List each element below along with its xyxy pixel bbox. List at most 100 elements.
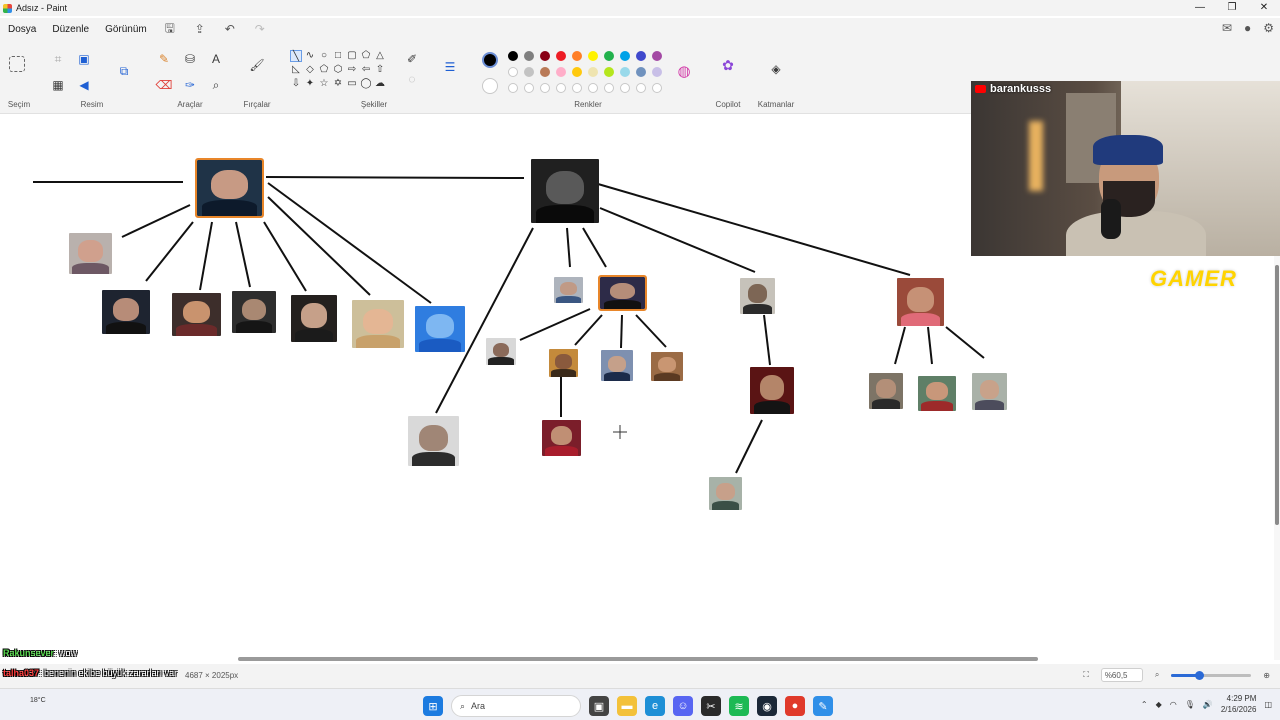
arrow-left-shape-icon[interactable]: ⇦ (360, 64, 372, 76)
maximize-button[interactable]: ❐ (1216, 0, 1248, 16)
secondary-color-swatch[interactable] (482, 78, 498, 94)
pentagon-shape-icon[interactable]: ⬠ (318, 64, 330, 76)
zoom-out-icon[interactable]: ⌕ (1155, 670, 1159, 680)
photo-node[interactable] (651, 352, 683, 381)
notification-icon[interactable]: ◫ (1264, 700, 1272, 709)
fill-style-icon[interactable]: ◌ (402, 70, 422, 88)
photo-node[interactable] (172, 293, 221, 336)
network-icon[interactable]: ◠ (1170, 700, 1177, 709)
arrow-down-shape-icon[interactable]: ⇩ (290, 78, 302, 90)
four-star-shape-icon[interactable]: ✦ (304, 78, 316, 90)
color-swatch[interactable] (620, 67, 630, 77)
color-swatch[interactable] (524, 67, 534, 77)
callout-shape-icon[interactable]: ▭ (346, 78, 358, 90)
photo-node[interactable] (408, 416, 459, 466)
zoom-level-dropdown[interactable]: %60,5 (1100, 668, 1143, 682)
task-view-icon[interactable]: ▣ (589, 696, 609, 716)
copilot-icon[interactable]: ✿ (718, 56, 738, 74)
custom-color-slot[interactable] (652, 83, 662, 93)
polygon-shape-icon[interactable]: ⬠ (360, 50, 372, 62)
magnifier-icon[interactable]: ⌕ (206, 76, 226, 94)
mic-tray-icon[interactable]: 🎙 (1185, 700, 1195, 709)
close-button[interactable]: ✕ (1248, 0, 1280, 16)
color-swatch[interactable] (620, 51, 630, 61)
photo-node[interactable] (750, 367, 794, 414)
photo-node[interactable] (709, 477, 742, 510)
color-picker-icon[interactable]: ✑ (180, 76, 200, 94)
photo-node[interactable] (918, 376, 956, 411)
windows-start-icon[interactable]: ⊞ (423, 696, 443, 716)
color-swatch[interactable] (636, 51, 646, 61)
color-swatch[interactable] (588, 67, 598, 77)
stroke-size-icon[interactable]: ☰ (440, 58, 460, 76)
fill-icon[interactable]: ⛁ (180, 50, 200, 68)
color-swatch[interactable] (604, 67, 614, 77)
rectangle-shape-icon[interactable]: □ (332, 50, 344, 62)
arrow-up-shape-icon[interactable]: ⇧ (374, 64, 386, 76)
share-icon[interactable]: ⇪ (185, 22, 215, 36)
custom-color-slot[interactable] (588, 83, 598, 93)
photo-node[interactable] (601, 350, 633, 381)
custom-color-slot[interactable] (524, 83, 534, 93)
photo-node[interactable] (531, 159, 599, 223)
photo-node[interactable] (195, 158, 264, 218)
line-shape-icon[interactable]: ╲ (290, 50, 302, 62)
cloud-callout-shape-icon[interactable]: ☁ (374, 78, 386, 90)
custom-color-slot[interactable] (620, 83, 630, 93)
image-select-icon[interactable]: ⧉ (114, 62, 134, 80)
six-star-shape-icon[interactable]: ✡ (332, 78, 344, 90)
menu-edit[interactable]: Düzenle (44, 24, 97, 35)
active-color-swatch[interactable] (482, 52, 498, 68)
custom-color-slot[interactable] (508, 83, 518, 93)
photo-node[interactable] (972, 373, 1007, 410)
clock[interactable]: 4:29 PM 2/16/2026 (1221, 693, 1257, 715)
undo-icon[interactable]: ↶ (215, 22, 245, 36)
taskbar-search[interactable]: ⌕ Ara (451, 695, 581, 717)
custom-color-slot[interactable] (556, 83, 566, 93)
color-swatch[interactable] (636, 67, 646, 77)
zoom-slider[interactable] (1171, 670, 1252, 680)
custom-color-slot[interactable] (604, 83, 614, 93)
rounded-rect-shape-icon[interactable]: ▢ (346, 50, 358, 62)
color-swatch[interactable] (556, 51, 566, 61)
text-icon[interactable]: A (206, 50, 226, 68)
tray-app-icon[interactable]: ◆ (1156, 700, 1162, 709)
photo-node[interactable] (232, 291, 276, 333)
curve-shape-icon[interactable]: ∿ (304, 50, 316, 62)
photo-node[interactable] (542, 420, 581, 456)
photo-node[interactable] (486, 338, 516, 365)
photo-node[interactable] (415, 306, 465, 352)
redo-icon[interactable]: ↷ (245, 22, 275, 36)
zoom-in-icon[interactable]: ⊕ (1263, 671, 1270, 680)
resize-icon[interactable]: ▣ (74, 50, 94, 68)
photo-node[interactable] (869, 373, 903, 409)
comment-icon[interactable]: ✉ (1222, 21, 1232, 35)
color-swatch[interactable] (652, 67, 662, 77)
image-tool-icon[interactable]: ▦ (48, 76, 68, 94)
right-triangle-shape-icon[interactable]: ◺ (290, 64, 302, 76)
arrow-right-shape-icon[interactable]: ⇨ (346, 64, 358, 76)
diamond-shape-icon[interactable]: ◇ (304, 64, 316, 76)
custom-color-slot[interactable] (540, 83, 550, 93)
color-swatch[interactable] (556, 67, 566, 77)
photo-node[interactable] (352, 300, 404, 348)
photo-node[interactable] (554, 277, 583, 303)
volume-icon[interactable]: 🔊 (1203, 700, 1213, 709)
menu-view[interactable]: Görünüm (97, 24, 155, 35)
fit-to-window-icon[interactable]: ⛶ (1083, 670, 1089, 680)
color-swatch[interactable] (524, 51, 534, 61)
color-swatch[interactable] (508, 51, 518, 61)
photo-node[interactable] (102, 290, 150, 334)
account-icon[interactable]: ● (1244, 21, 1251, 35)
vertical-scroll-thumb[interactable] (1275, 265, 1279, 525)
edit-colors-icon[interactable]: ◍ (674, 62, 694, 80)
pencil-icon[interactable]: ✎ (154, 50, 174, 68)
settings-icon[interactable]: ⚙ (1263, 21, 1274, 35)
photo-node[interactable] (69, 233, 112, 274)
color-swatch[interactable] (652, 51, 662, 61)
photo-node[interactable] (549, 349, 578, 377)
outline-icon[interactable]: ✐ (402, 50, 422, 68)
color-swatch[interactable] (572, 51, 582, 61)
color-swatch[interactable] (540, 67, 550, 77)
edge-browser-icon[interactable]: e (645, 696, 665, 716)
